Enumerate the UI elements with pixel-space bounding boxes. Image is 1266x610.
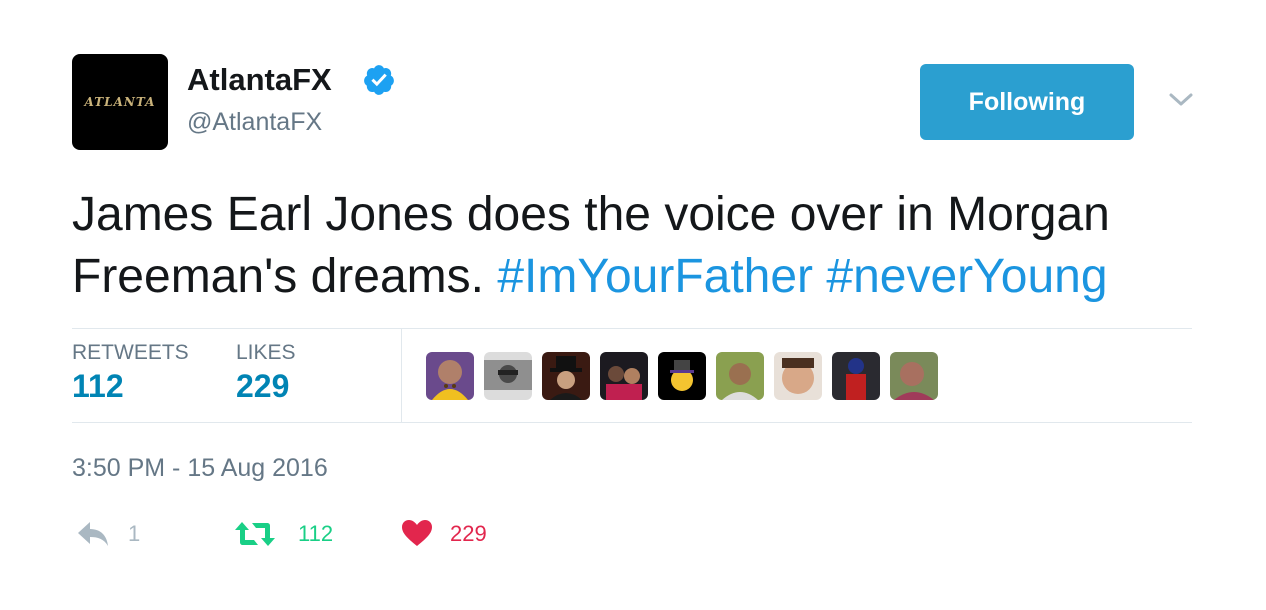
following-button[interactable]: Following bbox=[920, 64, 1134, 140]
liker-avatar[interactable] bbox=[716, 352, 764, 400]
avatar-logo-text: ATLANTA bbox=[84, 95, 156, 109]
retweets-count: 112 bbox=[72, 368, 124, 404]
profile-avatar[interactable]: ATLANTA bbox=[72, 54, 168, 150]
reply-icon[interactable] bbox=[76, 520, 110, 548]
likes-label: LIKES bbox=[236, 341, 296, 364]
likes-stat[interactable]: LIKES 229 bbox=[236, 340, 296, 406]
liker-avatar[interactable] bbox=[890, 352, 938, 400]
retweet-count: 112 bbox=[298, 521, 334, 546]
liker-avatar[interactable] bbox=[484, 352, 532, 400]
retweets-label: RETWEETS bbox=[72, 341, 189, 364]
heart-icon[interactable] bbox=[401, 519, 433, 547]
liker-avatar[interactable] bbox=[774, 352, 822, 400]
liker-avatar[interactable] bbox=[658, 352, 706, 400]
liker-avatar[interactable] bbox=[542, 352, 590, 400]
hashtag-link[interactable]: #neverYoung bbox=[826, 250, 1107, 303]
divider bbox=[72, 328, 1192, 329]
likes-count: 229 bbox=[236, 368, 290, 404]
liker-avatar[interactable] bbox=[426, 352, 474, 400]
divider bbox=[72, 422, 1192, 423]
retweet-icon[interactable] bbox=[234, 520, 276, 548]
chevron-down-icon[interactable] bbox=[1168, 90, 1194, 110]
user-handle[interactable]: @AtlantaFX bbox=[187, 106, 322, 138]
display-name[interactable]: AtlantaFX bbox=[187, 60, 332, 100]
divider bbox=[401, 329, 402, 422]
tweet-text: James Earl Jones does the voice over in … bbox=[72, 184, 1212, 308]
verified-badge-icon bbox=[364, 65, 394, 95]
like-count: 229 bbox=[450, 521, 487, 546]
reply-count: 1 bbox=[128, 521, 141, 546]
retweets-stat[interactable]: RETWEETS 112 bbox=[72, 340, 189, 406]
liker-avatar[interactable] bbox=[832, 352, 880, 400]
hashtag-link[interactable]: #ImYourFather bbox=[497, 250, 813, 303]
tweet-timestamp[interactable]: 3:50 PM - 15 Aug 2016 bbox=[72, 452, 328, 484]
liker-avatar[interactable] bbox=[600, 352, 648, 400]
tweet-text-line-1: James Earl Jones does the voice over in … bbox=[72, 188, 1110, 241]
tweet-text-line-2: Freeman's dreams. bbox=[72, 250, 484, 303]
